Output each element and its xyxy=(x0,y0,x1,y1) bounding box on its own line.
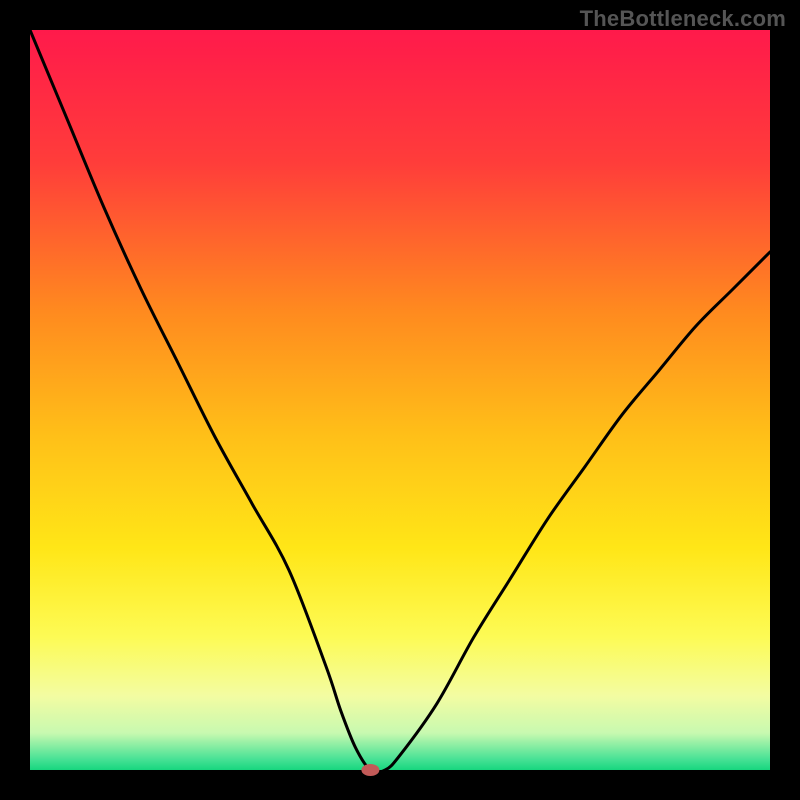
chart-frame: TheBottleneck.com xyxy=(0,0,800,800)
plot-background xyxy=(30,30,770,770)
watermark-text: TheBottleneck.com xyxy=(580,6,786,32)
bottleneck-chart xyxy=(0,0,800,800)
optimum-marker xyxy=(361,764,379,776)
